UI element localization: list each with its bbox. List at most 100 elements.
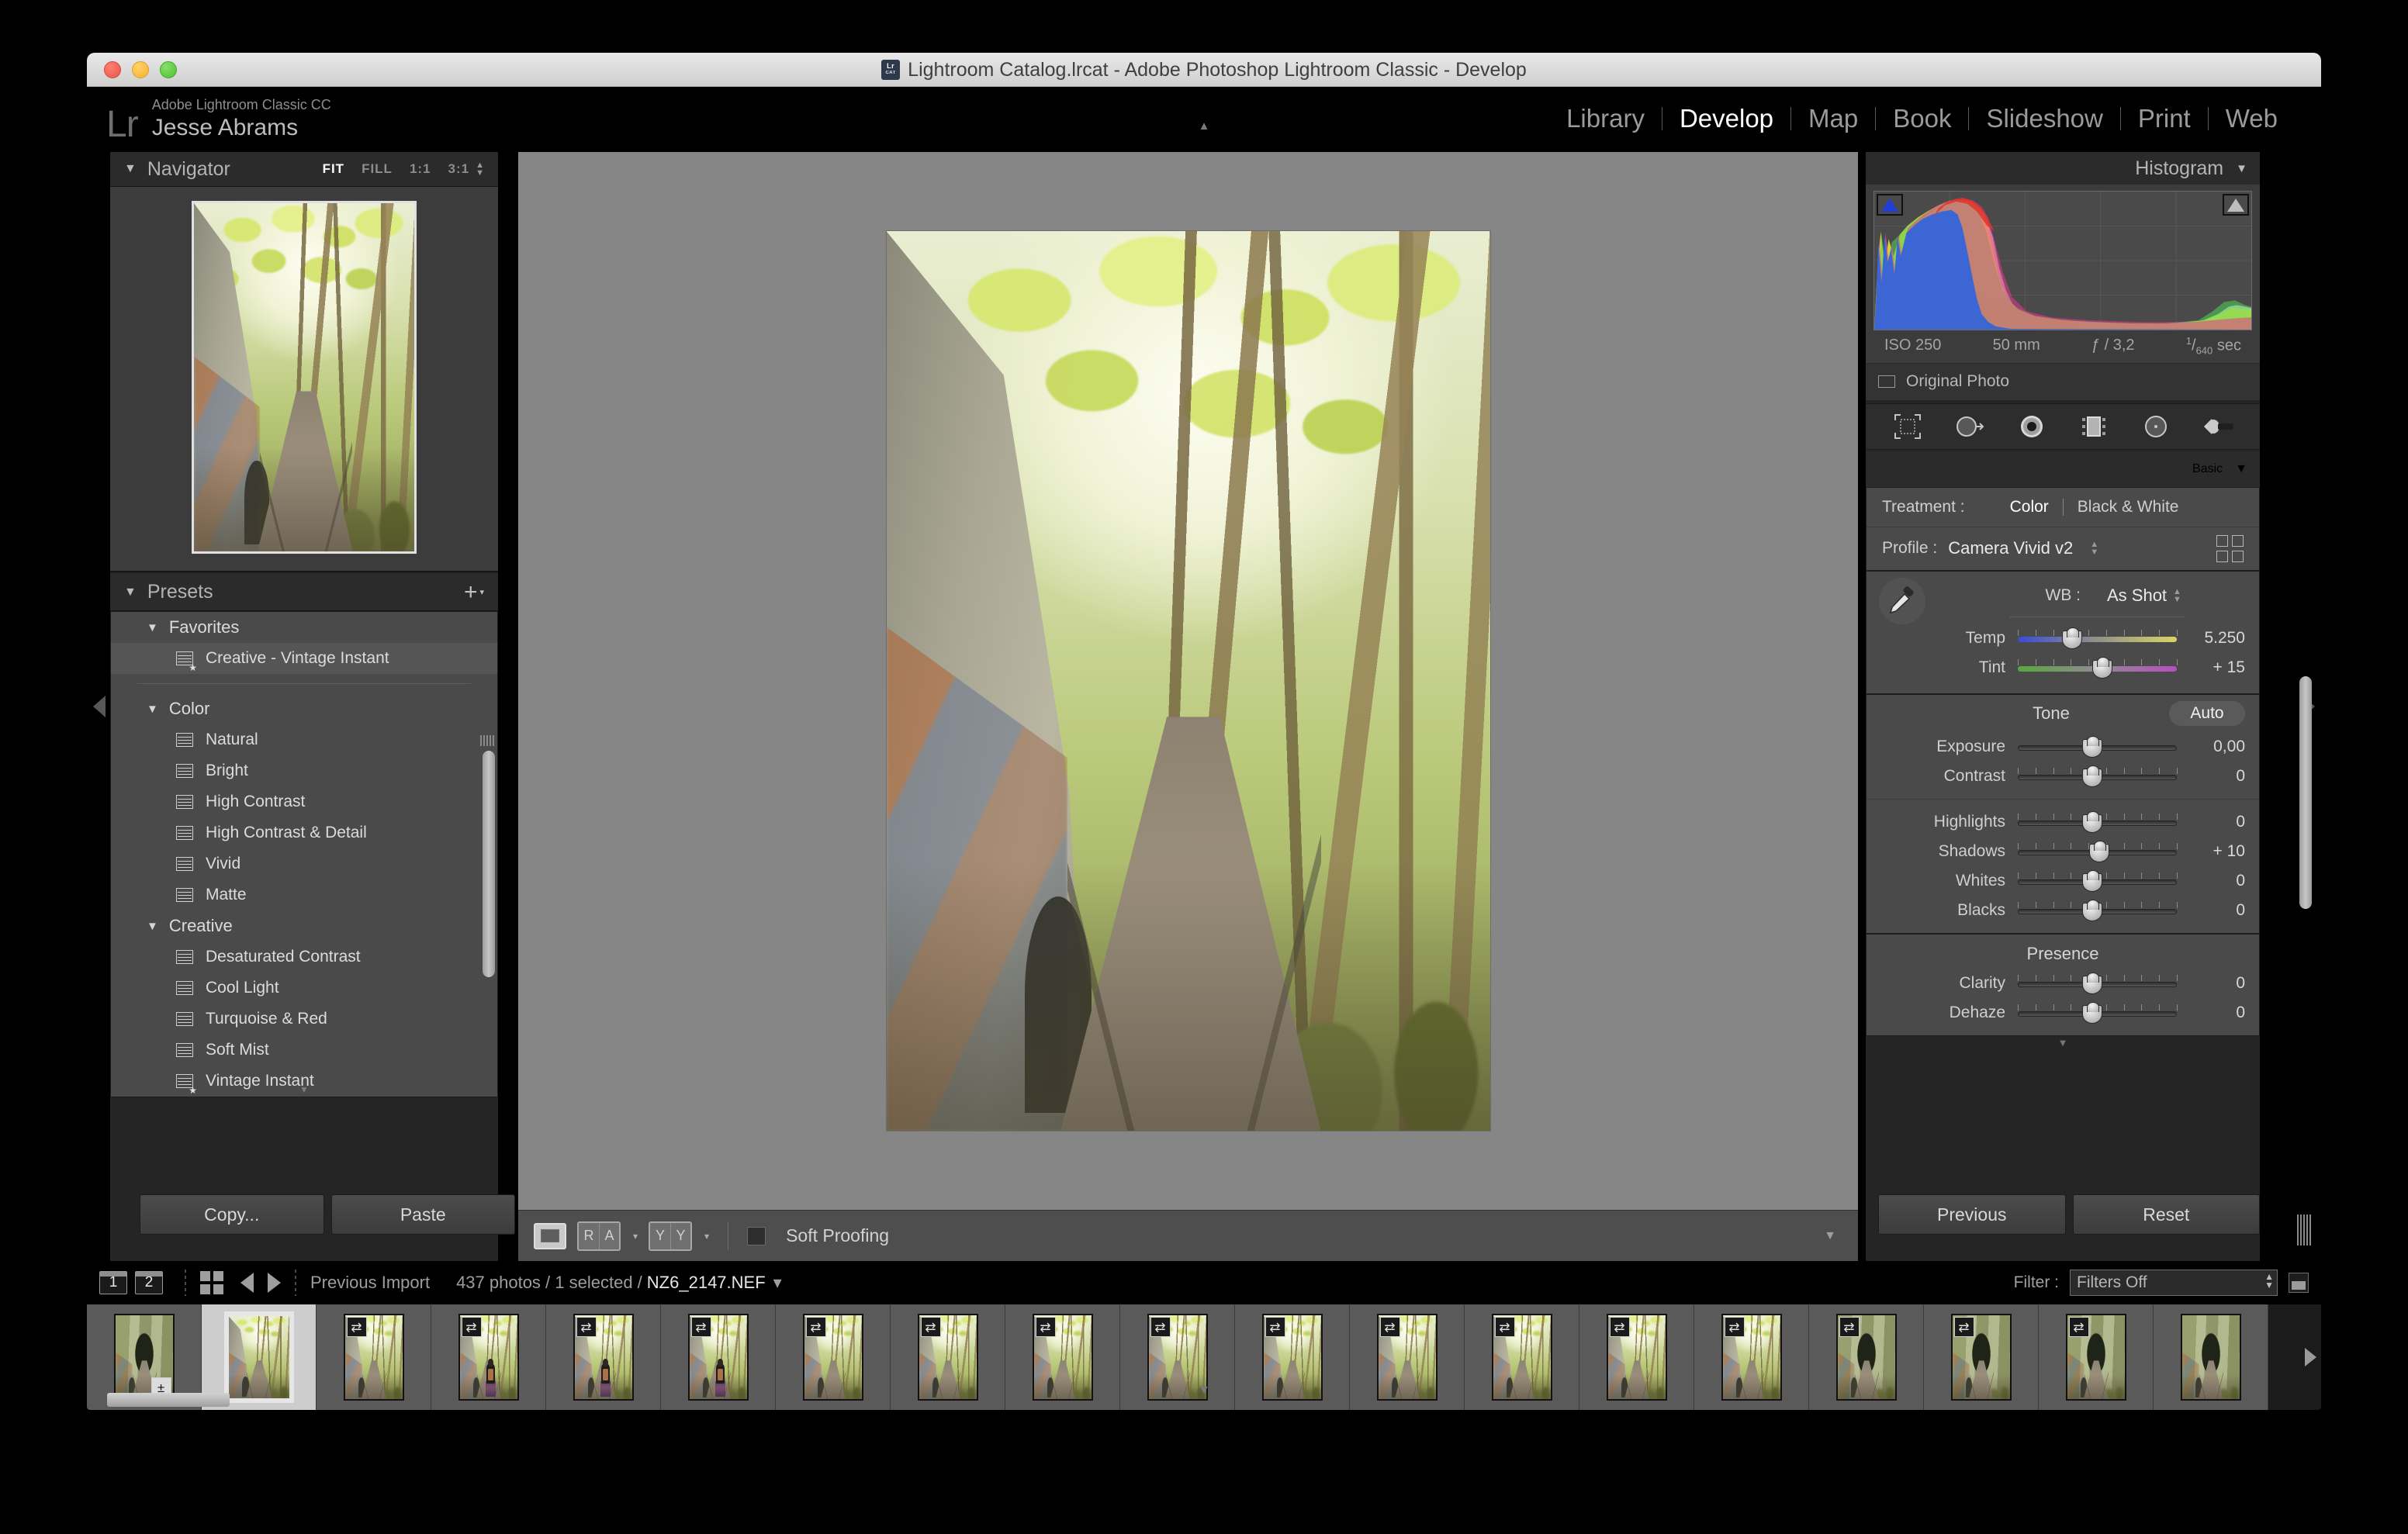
presets-collapse-icon[interactable]: ▼ bbox=[124, 586, 137, 599]
filmstrip-collapse-arrow[interactable]: ▼ bbox=[1198, 1384, 1210, 1398]
thumbnail-badge[interactable]: ⇄ bbox=[805, 1317, 826, 1337]
radial-filter-icon[interactable] bbox=[2136, 411, 2176, 442]
before-after-caret-icon[interactable]: ▾ bbox=[633, 1231, 638, 1242]
module-slideshow[interactable]: Slideshow bbox=[1969, 104, 2119, 133]
module-develop[interactable]: Develop bbox=[1662, 104, 1790, 133]
slider-handle[interactable] bbox=[2082, 869, 2103, 892]
thumbnail-badge[interactable]: ⇄ bbox=[1609, 1317, 1630, 1337]
top-panel-collapse-arrow[interactable]: ▲ bbox=[1188, 120, 1220, 132]
preset-item[interactable]: Bright bbox=[111, 755, 497, 786]
auto-tone-button[interactable]: Auto bbox=[2169, 700, 2245, 726]
spot-removal-icon[interactable] bbox=[1950, 411, 1990, 442]
preset-item[interactable]: High Contrast bbox=[111, 786, 497, 817]
current-filename[interactable]: NZ6_2147.NEF bbox=[647, 1273, 766, 1293]
preset-group-creative[interactable]: ▼ Creative bbox=[111, 910, 497, 941]
zoom-option-fill[interactable]: FILL bbox=[362, 161, 393, 177]
profile-browser-icon[interactable] bbox=[2216, 534, 2244, 562]
preset-item[interactable]: Turquoise & Red bbox=[111, 1004, 497, 1035]
preset-item[interactable]: Natural bbox=[111, 724, 497, 755]
slider-handle[interactable] bbox=[2082, 735, 2103, 758]
slider-handle[interactable] bbox=[2082, 899, 2103, 921]
left-panel-toggle-arrow[interactable] bbox=[93, 696, 106, 717]
thumbnail-badge[interactable]: ⇄ bbox=[1379, 1317, 1400, 1337]
preset-group-collapse-icon[interactable]: ▼ bbox=[147, 621, 158, 634]
thumbnail-badge[interactable]: ⇄ bbox=[576, 1317, 597, 1337]
left-panel-resize-grip[interactable] bbox=[480, 735, 496, 746]
right-panel-scrollbar[interactable] bbox=[2299, 676, 2312, 909]
filmstrip-thumbnail[interactable]: ⇄ bbox=[1924, 1304, 2039, 1410]
highlight-clipping-indicator[interactable] bbox=[2223, 194, 2249, 216]
compare-caret-icon[interactable]: ▾ bbox=[704, 1231, 709, 1242]
presets-list[interactable]: ▼ Favorites Creative - Vintage Instant ▼ Col… bbox=[110, 611, 498, 1097]
slider-handle[interactable] bbox=[2061, 627, 2082, 649]
presets-header[interactable]: ▼ Presets + ▾ bbox=[110, 574, 498, 611]
slider-highlights[interactable]: Highlights 0 bbox=[1867, 807, 2259, 837]
graduated-filter-icon[interactable] bbox=[2074, 411, 2114, 442]
filmstrip-thumbnail[interactable]: ⇄ bbox=[2039, 1304, 2154, 1410]
slider-handle[interactable] bbox=[2082, 810, 2103, 833]
left-panel-scrollbar[interactable] bbox=[483, 751, 495, 977]
paste-button[interactable]: Paste bbox=[330, 1194, 515, 1235]
filmstrip-thumbnail[interactable]: ⇄ bbox=[1120, 1304, 1235, 1410]
filmstrip-thumbnail[interactable]: ⇄ bbox=[1235, 1304, 1350, 1410]
navigator-collapse-icon[interactable]: ▼ bbox=[124, 162, 137, 176]
slider-value[interactable]: 0 bbox=[2177, 767, 2245, 786]
filmstrip-scrollbar[interactable] bbox=[107, 1393, 230, 1407]
treatment-option-bw[interactable]: Black & White bbox=[2078, 498, 2179, 517]
filename-dropdown-icon[interactable]: ▾ bbox=[773, 1273, 782, 1293]
grid-view-icon[interactable] bbox=[200, 1271, 223, 1294]
slider-whites[interactable]: Whites 0 bbox=[1867, 866, 2259, 896]
adjustment-brush-icon[interactable] bbox=[2198, 411, 2238, 442]
preset-item[interactable]: Desaturated Contrast bbox=[111, 941, 497, 973]
slider-value[interactable]: 0 bbox=[2177, 813, 2245, 831]
wb-value[interactable]: As Shot bbox=[2107, 586, 2167, 606]
thumbnail-badge[interactable]: ⇄ bbox=[1953, 1317, 1974, 1337]
preset-item[interactable]: Matte bbox=[111, 879, 497, 910]
toolbar-options-caret-icon[interactable]: ▼ bbox=[1824, 1229, 1842, 1243]
module-book[interactable]: Book bbox=[1876, 104, 1968, 133]
filmstrip-thumbnail[interactable] bbox=[2154, 1304, 2268, 1410]
filmstrip-thumbnail[interactable]: ⇄ bbox=[1350, 1304, 1465, 1410]
slider-value[interactable]: 0 bbox=[2177, 901, 2245, 920]
slider-temp[interactable]: Temp 5.250 bbox=[1867, 624, 2259, 653]
filmstrip-thumbnail[interactable]: ⇄ bbox=[1809, 1304, 1924, 1410]
zoom-option-fit[interactable]: FIT bbox=[323, 161, 345, 177]
filmstrip-thumbnail[interactable]: ⇄ bbox=[546, 1304, 661, 1410]
filmstrip-next-icon[interactable] bbox=[2305, 1348, 2316, 1366]
slider-track[interactable] bbox=[2018, 627, 2178, 649]
copy-button[interactable]: Copy... bbox=[140, 1194, 324, 1235]
slider-track[interactable] bbox=[2018, 810, 2178, 833]
crop-overlay-icon[interactable] bbox=[1887, 411, 1928, 442]
add-preset-button[interactable]: + ▾ bbox=[464, 580, 484, 603]
slider-shadows[interactable]: Shadows + 10 bbox=[1867, 837, 2259, 866]
preset-group-color[interactable]: ▼ Color bbox=[111, 693, 497, 724]
histogram-header[interactable]: Histogram ▼ bbox=[1866, 152, 2260, 185]
module-map[interactable]: Map bbox=[1791, 104, 1875, 133]
filmstrip-thumbnail[interactable]: ⇄ bbox=[1005, 1304, 1120, 1410]
presets-scroll-arrow[interactable]: ▼ bbox=[299, 1084, 309, 1095]
slider-handle[interactable] bbox=[2091, 656, 2112, 679]
preset-item[interactable]: Cool Light bbox=[111, 973, 497, 1004]
slider-handle[interactable] bbox=[2082, 1001, 2103, 1024]
filmstrip-thumbnail[interactable]: ⇄ bbox=[1579, 1304, 1694, 1410]
loupe-image[interactable] bbox=[886, 231, 1490, 1131]
slider-contrast[interactable]: Contrast 0 bbox=[1867, 762, 2259, 791]
right-panel-collapse-arrow[interactable]: ▼ bbox=[1866, 1036, 2260, 1050]
slider-value[interactable]: + 10 bbox=[2177, 842, 2245, 861]
slider-exposure[interactable]: Exposure 0,00 bbox=[1867, 732, 2259, 762]
profile-stepper-icon[interactable]: ▲ ▼ bbox=[2090, 541, 2098, 557]
thumbnail-badge[interactable]: ⇄ bbox=[1724, 1317, 1745, 1337]
thumbnail-badge[interactable]: ⇄ bbox=[1265, 1317, 1285, 1337]
slider-dehaze[interactable]: Dehaze 0 bbox=[1867, 998, 2259, 1028]
preset-group-collapse-icon[interactable]: ▼ bbox=[147, 703, 158, 716]
histogram-graph[interactable] bbox=[1873, 191, 2252, 330]
go-forward-icon[interactable] bbox=[268, 1273, 281, 1293]
zoom-option-1-1[interactable]: 1:1 bbox=[410, 161, 431, 177]
slider-handle[interactable] bbox=[2088, 840, 2109, 862]
filmstrip-thumbnail[interactable]: ⇄ bbox=[1694, 1304, 1809, 1410]
slider-value[interactable]: 0 bbox=[2177, 872, 2245, 890]
slider-tint[interactable]: Tint + 15 bbox=[1867, 653, 2259, 682]
compare-toggle[interactable]: Y Y bbox=[649, 1221, 693, 1251]
red-eye-icon[interactable] bbox=[2012, 411, 2052, 442]
thumbnail-badge[interactable]: ⇄ bbox=[690, 1317, 711, 1337]
